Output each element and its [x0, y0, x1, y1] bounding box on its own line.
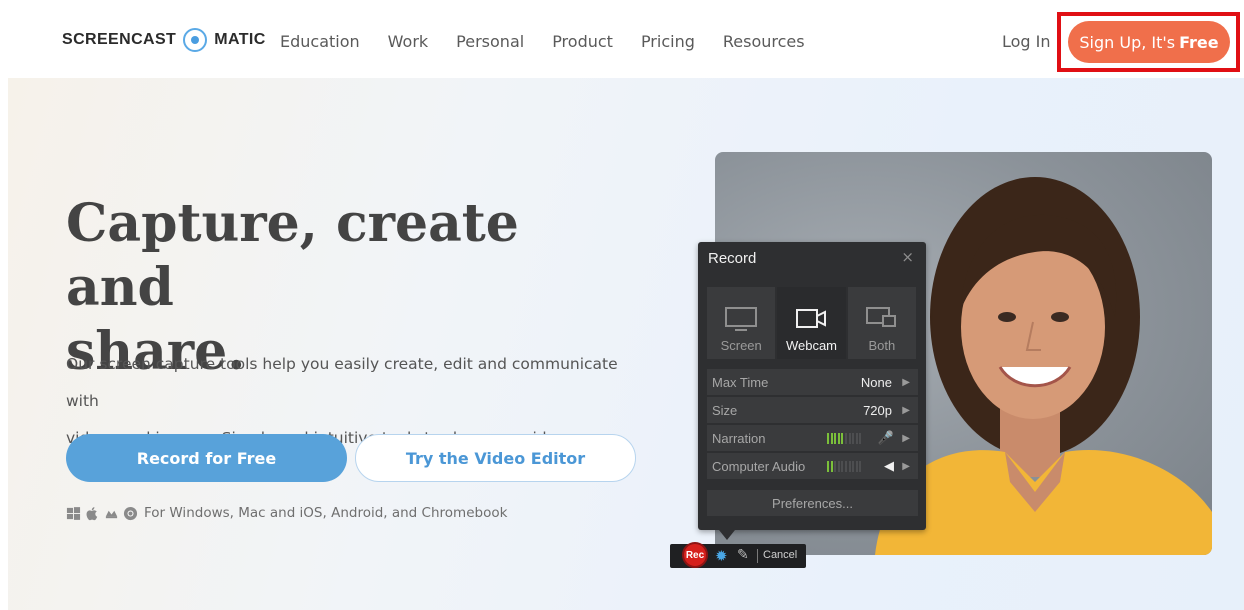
logo[interactable]: SCREENCAST MATIC [62, 28, 266, 52]
nav-pricing[interactable]: Pricing [641, 32, 695, 51]
mode-screen-label: Screen [720, 338, 762, 353]
rec-button[interactable]: Rec [682, 542, 708, 568]
size-row[interactable]: Size 720p ▶ [707, 397, 918, 423]
nav-work[interactable]: Work [388, 32, 429, 51]
size-label: Size [712, 402, 738, 418]
meter-bar [837, 433, 840, 444]
mode-webcam-label: Webcam [785, 338, 838, 353]
narration-level-meter [827, 433, 863, 444]
meter-bar [830, 461, 833, 472]
signup-label: Sign Up, It's [1079, 32, 1176, 52]
windows-icon [66, 506, 81, 520]
webcam-icon [796, 309, 827, 328]
chevron-right-icon: ▶ [902, 460, 910, 472]
meter-bar [852, 433, 855, 444]
computer-audio-label: Computer Audio [712, 458, 806, 474]
logo-text-right: MATIC [214, 31, 266, 48]
meter-bar [855, 433, 858, 444]
chevron-right-icon: ▶ [902, 376, 910, 388]
meter-bar [834, 461, 837, 472]
meter-bar [841, 433, 844, 444]
record-mode-selector: Screen Webcam Both [707, 287, 918, 359]
recording-toolbar: Rec ✹ ✎ Cancel [670, 542, 806, 568]
microphone-icon: 🎤 [877, 430, 894, 445]
hero-description-line-1: Our screen capture tools help you easily… [66, 355, 618, 410]
logo-record-icon [183, 28, 208, 52]
platforms-text: For Windows, Mac and iOS, Android, and C… [144, 505, 508, 521]
size-value: 720p [863, 402, 892, 418]
apple-icon [86, 506, 98, 520]
max-time-label: Max Time [712, 374, 769, 390]
screen-webcam-icon [865, 307, 896, 327]
chrome-icon [123, 506, 138, 520]
meter-bar [834, 433, 837, 444]
computer-audio-level-meter [827, 461, 863, 472]
mode-screen[interactable]: Screen [707, 287, 776, 359]
meter-bar [845, 433, 848, 444]
toolbar-divider [757, 549, 758, 563]
meter-bar [837, 461, 840, 472]
meter-bar [855, 461, 858, 472]
meter-bar [848, 461, 851, 472]
chevron-right-icon: ▶ [902, 404, 910, 416]
android-icon [105, 510, 118, 518]
meter-bar [841, 461, 844, 472]
meter-bar [852, 461, 855, 472]
mode-both-label: Both [868, 338, 896, 353]
nav-personal[interactable]: Personal [456, 32, 524, 51]
mode-both[interactable]: Both [847, 287, 916, 359]
meter-bar [827, 461, 830, 472]
meter-bar [827, 433, 830, 444]
nav-resources[interactable]: Resources [723, 32, 805, 51]
narration-row[interactable]: Narration 🎤 ▶ [707, 425, 918, 451]
pencil-icon[interactable]: ✎ [737, 547, 749, 563]
chevron-right-icon: ▶ [902, 432, 910, 444]
signup-label-free: Free [1179, 32, 1219, 52]
nav-product[interactable]: Product [552, 32, 613, 51]
settings-gear-icon[interactable]: ✹ [715, 547, 728, 565]
computer-audio-row[interactable]: Computer Audio ◀ ▶ [707, 453, 918, 479]
cancel-button[interactable]: Cancel [763, 549, 797, 561]
meter-bar [845, 461, 848, 472]
meter-bar [859, 433, 862, 444]
max-time-value: None [860, 374, 892, 390]
speaker-icon: ◀ [884, 458, 894, 473]
monitor-icon [725, 307, 758, 331]
record-for-free-button[interactable]: Record for Free [66, 434, 347, 482]
narration-label: Narration [712, 430, 766, 446]
main-menu: Education Work Personal Product Pricing … [280, 32, 833, 51]
preferences-button[interactable]: Preferences... [707, 490, 918, 516]
nav-education[interactable]: Education [280, 32, 360, 51]
platforms-line: For Windows, Mac and iOS, Android, and C… [66, 505, 507, 521]
max-time-row[interactable]: Max Time None ▶ [707, 369, 918, 395]
logo-text-left: SCREENCAST [62, 31, 177, 48]
panel-pointer [719, 530, 735, 540]
meter-bar [830, 433, 833, 444]
record-panel-title: Record [708, 250, 757, 267]
meter-bar [859, 461, 862, 472]
mode-webcam[interactable]: Webcam [777, 287, 846, 359]
top-nav: SCREENCAST MATIC Education Work Personal… [0, 0, 1244, 78]
close-icon[interactable]: × [901, 248, 914, 266]
try-video-editor-button[interactable]: Try the Video Editor [355, 434, 636, 482]
signup-button[interactable]: Sign Up, It's Free [1068, 21, 1230, 63]
meter-bar [848, 433, 851, 444]
record-panel: Record × Screen Webcam Both Max Time Non… [698, 242, 926, 540]
login-link[interactable]: Log In [1002, 32, 1051, 51]
hero-title-line-1: Capture, create and [66, 193, 519, 318]
